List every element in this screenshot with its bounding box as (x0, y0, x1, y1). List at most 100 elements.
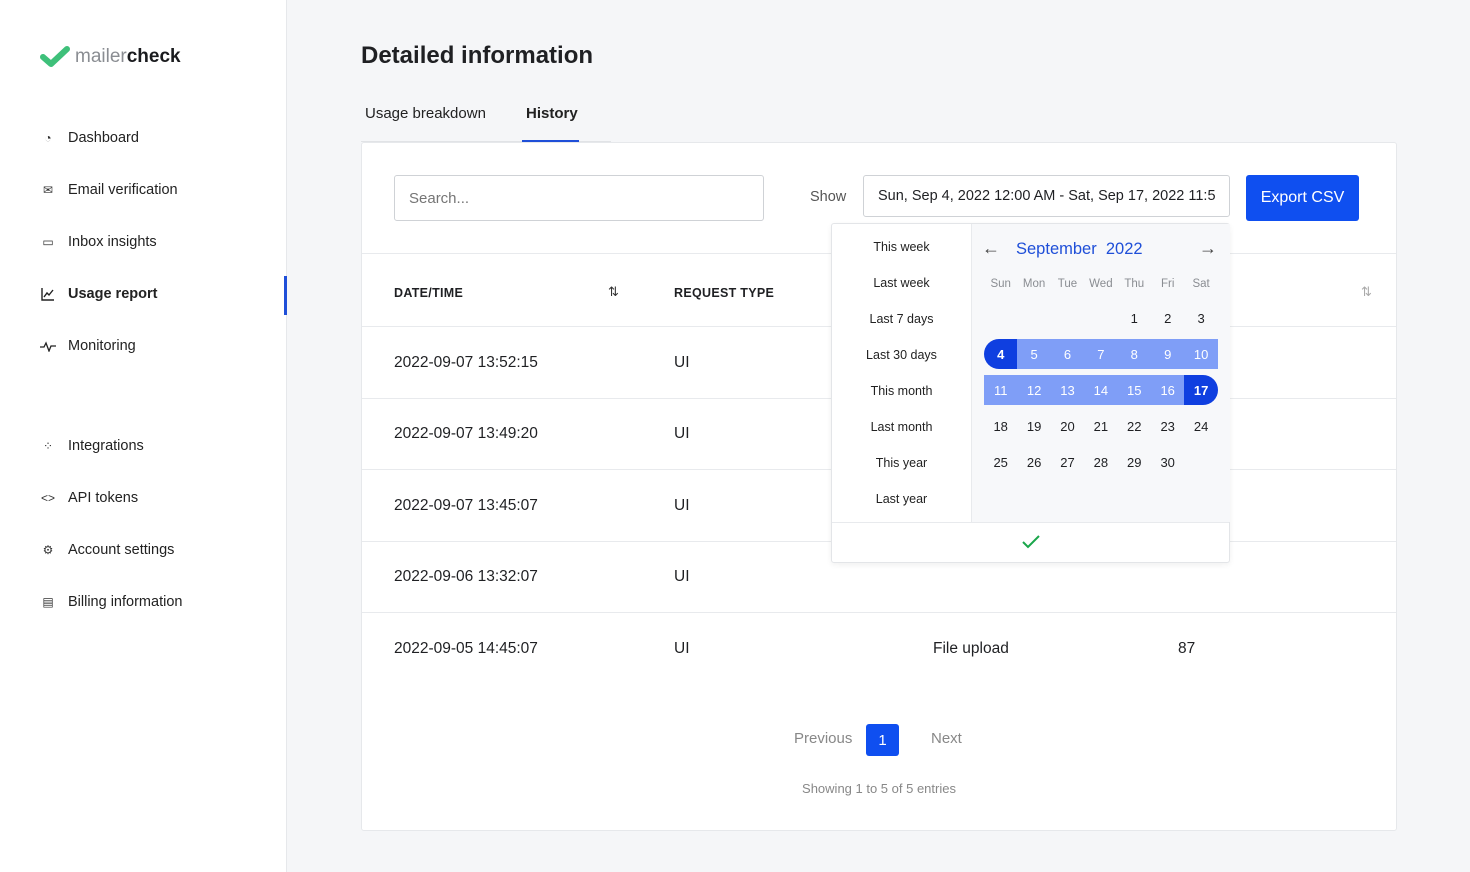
calendar-day[interactable]: 23 (1151, 411, 1184, 441)
sidebar: mailer check ◔ Dashboard ✉ Email verificati… (0, 0, 287, 872)
calendar-day[interactable]: 3 (1184, 303, 1217, 333)
sidebar-item-label: Monitoring (68, 338, 136, 354)
cell-request-type: UI (674, 497, 690, 514)
month-title: September 2022 (1016, 240, 1143, 258)
previous-page-button[interactable]: Previous (794, 730, 852, 747)
tab-history[interactable]: History (526, 105, 578, 122)
sidebar-item-label: Integrations (68, 438, 144, 454)
calendar-day[interactable]: 10 (1184, 339, 1218, 369)
cell-datetime: 2022-09-07 13:45:07 (394, 497, 538, 514)
calendar-day[interactable]: 9 (1151, 339, 1185, 369)
calendar-day[interactable]: 25 (984, 447, 1017, 477)
calendar-day[interactable]: 16 (1151, 375, 1185, 405)
tab-usage-breakdown[interactable]: Usage breakdown (365, 105, 486, 122)
preset-last-year[interactable]: Last year (832, 492, 971, 506)
calendar-day[interactable]: 26 (1017, 447, 1050, 477)
show-label: Show (810, 189, 847, 205)
weekday-label: Thu (1124, 278, 1145, 290)
sidebar-item-email-verification[interactable]: ✉ Email verification (40, 182, 178, 198)
divider (362, 612, 1396, 613)
cell-request-type: UI (674, 568, 690, 585)
cell-request-type: UI (674, 354, 690, 371)
preset-this-year[interactable]: This year (832, 456, 971, 470)
calendar-day[interactable]: 6 (1050, 339, 1085, 369)
date-range-input[interactable]: Sun, Sep 4, 2022 12:00 AM - Sat, Sep 17,… (863, 175, 1230, 217)
sort-desc-icon[interactable]: ⇅ (608, 284, 619, 300)
next-page-button[interactable]: Next (931, 730, 962, 747)
pulse-icon (40, 338, 56, 354)
check-icon[interactable] (1021, 534, 1041, 550)
calendar-day[interactable]: 5 (1017, 339, 1051, 369)
preset-last-7-days[interactable]: Last 7 days (832, 312, 971, 326)
calendar-day[interactable]: 11 (984, 375, 1018, 405)
weekday-label: Tue (1057, 278, 1078, 290)
calendar-day[interactable]: 12 (1017, 375, 1051, 405)
sidebar-item-account-settings[interactable]: ⚙ Account settings (40, 542, 175, 558)
preset-this-month[interactable]: This month (832, 384, 971, 398)
calendar-day[interactable]: 4 (984, 339, 1018, 369)
sidebar-item-inbox-insights[interactable]: ▭ Inbox insights (40, 234, 156, 250)
column-header-request-type[interactable]: REQUEST TYPE (674, 286, 774, 300)
sidebar-item-billing-information[interactable]: ▤ Billing information (40, 594, 182, 610)
sidebar-item-monitoring[interactable]: Monitoring (40, 338, 136, 354)
logo[interactable]: mailer check (40, 46, 181, 68)
active-indicator (284, 276, 287, 315)
sidebar-item-dashboard[interactable]: ◔ Dashboard (40, 130, 139, 146)
sidebar-item-usage-report[interactable]: Usage report (40, 286, 157, 302)
mail-check-icon: ✉ (42, 183, 54, 197)
preset-this-week[interactable]: This week (832, 240, 971, 254)
sidebar-item-label: Account settings (68, 542, 175, 558)
preset-last-week[interactable]: Last week (832, 276, 971, 290)
calendar-day[interactable]: 17 (1184, 375, 1218, 405)
line-chart-icon (40, 286, 56, 302)
sort-icon[interactable]: ⇅ (1361, 284, 1372, 300)
calendar-day[interactable]: 7 (1084, 339, 1118, 369)
calendar-day[interactable]: 18 (984, 411, 1017, 441)
sidebar-item-integrations[interactable]: ⁘ Integrations (40, 438, 144, 454)
pie-chart-icon: ◔ (44, 131, 52, 145)
sidebar-item-api-tokens[interactable]: <> API tokens (40, 490, 138, 506)
calendar-day[interactable]: 15 (1117, 375, 1151, 405)
calendar-day[interactable]: 30 (1151, 447, 1184, 477)
calendar-day[interactable]: 8 (1117, 339, 1151, 369)
page-1-button[interactable]: 1 (866, 724, 899, 756)
sidebar-item-label: API tokens (68, 490, 139, 506)
calendar-day[interactable]: 1 (1118, 303, 1151, 333)
sidebar-item-label: Email verification (68, 182, 178, 198)
calendar-day[interactable]: 20 (1051, 411, 1084, 441)
date-range-picker: This week Last week Last 7 days Last 30 day… (831, 223, 1230, 563)
calendar-day[interactable]: 13 (1050, 375, 1085, 405)
sidebar-item-label: Dashboard (68, 130, 139, 146)
cell-datetime: 2022-09-07 13:49:20 (394, 425, 538, 442)
calendar-day[interactable]: 24 (1184, 411, 1217, 441)
logo-text-light: mailer (75, 46, 127, 67)
calendar-day[interactable]: 28 (1084, 447, 1117, 477)
cell-count: 87 (1178, 640, 1196, 657)
entries-summary: Showing 1 to 5 of 5 entries (802, 781, 956, 796)
previous-month-arrow-icon[interactable]: ← (982, 238, 1000, 259)
calendar-day[interactable]: 2 (1151, 303, 1184, 333)
sidebar-item-label: Billing information (68, 594, 183, 610)
code-icon: <> (40, 491, 55, 505)
cell-request-type: UI (674, 425, 690, 442)
calendar-day[interactable]: 14 (1084, 375, 1118, 405)
preset-last-30-days[interactable]: Last 30 days (832, 348, 971, 362)
search-input[interactable] (394, 175, 764, 221)
calendar-day[interactable]: 19 (1017, 411, 1050, 441)
cell-datetime: 2022-09-06 13:32:07 (394, 568, 538, 585)
preset-last-month[interactable]: Last month (832, 420, 971, 434)
inbox-icon: ▭ (42, 235, 54, 249)
calendar-day[interactable]: 27 (1051, 447, 1084, 477)
weekday-label: Mon (1022, 278, 1046, 290)
next-month-arrow-icon[interactable]: → (1199, 238, 1217, 259)
page-title: Detailed information (361, 42, 594, 69)
calendar-day[interactable]: 29 (1118, 447, 1151, 477)
weekday-label: Fri (1160, 278, 1175, 290)
card-icon: ▤ (42, 595, 54, 609)
sidebar-item-label: Usage report (68, 286, 158, 302)
column-header-datetime[interactable]: DATE/TIME (394, 286, 463, 300)
calendar-day[interactable]: 22 (1118, 411, 1151, 441)
calendar-day[interactable]: 21 (1084, 411, 1117, 441)
cell-datetime: 2022-09-05 14:45:07 (394, 640, 538, 657)
export-csv-button[interactable]: Export CSV (1246, 175, 1359, 221)
